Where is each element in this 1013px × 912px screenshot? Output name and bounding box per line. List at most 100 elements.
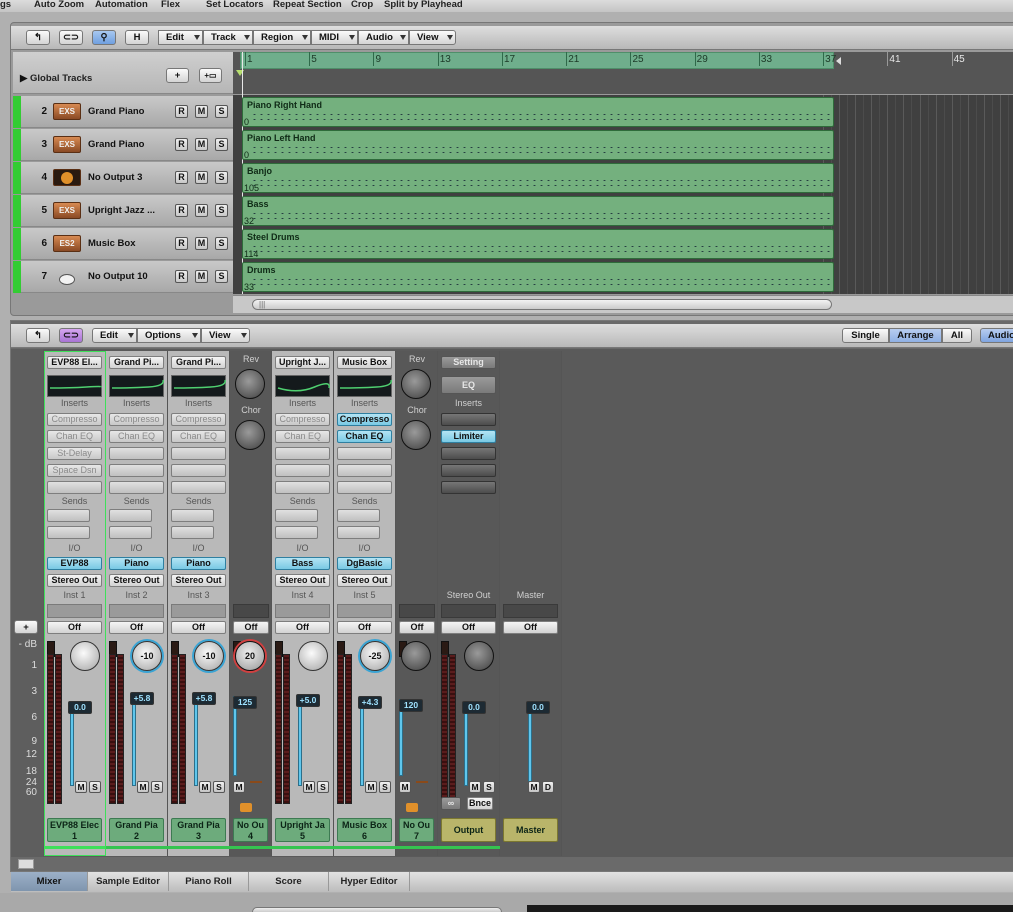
track-record-button[interactable]: R [175, 105, 188, 118]
volume-fader-value[interactable]: +5.0 [296, 694, 320, 708]
midi-region[interactable]: Piano Right Hand 0 [242, 97, 834, 127]
add-channel-strip-button[interactable]: + [14, 620, 38, 634]
mixer-options-menu[interactable]: Options [137, 328, 201, 343]
pan-knob[interactable]: 20 [235, 641, 265, 671]
volume-fader-track[interactable] [70, 710, 74, 786]
insert-slot[interactable]: Compresso [337, 413, 392, 426]
insert-slot[interactable]: Chan EQ [337, 430, 392, 443]
pan-knob[interactable] [401, 641, 431, 671]
back-button[interactable]: ↰ [26, 328, 50, 343]
setting-button[interactable]: Music Box [337, 356, 392, 369]
volume-fader-value[interactable]: 0.0 [68, 700, 92, 714]
empty-insert-slot[interactable] [47, 481, 102, 494]
tab-mixer[interactable]: Mixer [11, 872, 88, 891]
insert-slot[interactable]: Compresso [171, 413, 226, 426]
insert-slot[interactable]: Compresso [47, 413, 102, 426]
track-header[interactable]: 5 EXS Upright Jazz ... R M S [13, 195, 233, 227]
group-slot[interactable] [233, 604, 269, 618]
cycle-end-marker-icon[interactable] [836, 57, 841, 65]
disclosure-triangle-icon[interactable]: ▶ [20, 73, 27, 84]
output-slot[interactable]: Stereo Out [47, 574, 102, 587]
track-record-button[interactable]: R [175, 270, 188, 283]
view-menu[interactable]: View [409, 30, 456, 45]
empty-insert-slot[interactable] [275, 464, 330, 477]
pan-knob[interactable] [464, 641, 494, 671]
empty-insert-slot[interactable] [337, 447, 392, 460]
track-menu[interactable]: Track [203, 30, 253, 45]
track-record-button[interactable]: R [175, 237, 188, 250]
volume-fader-value[interactable]: 120 [399, 699, 423, 713]
output-slot[interactable]: Stereo Out [171, 574, 226, 587]
eq-display[interactable] [337, 375, 392, 397]
menu-item-settings[interactable]: gs [0, 0, 11, 10]
link-button[interactable]: ⊂⊃ [59, 30, 83, 45]
solo-button[interactable]: S [379, 781, 391, 793]
track-name[interactable]: Grand Piano [88, 139, 144, 150]
menu-item-split-by-playhead[interactable]: Split by Playhead [384, 0, 463, 10]
channel-name[interactable]: No Ou 4 [233, 818, 268, 842]
track-header[interactable]: 6 ES2 Music Box R M S [13, 228, 233, 260]
add-track-button[interactable]: + [166, 68, 189, 83]
track-record-button[interactable]: R [175, 204, 188, 217]
automation-mode-button[interactable]: Off [337, 621, 392, 634]
setting-button[interactable]: Grand Pi... [109, 356, 164, 369]
mode-all-button[interactable]: All [942, 328, 972, 343]
empty-insert-slot[interactable] [441, 447, 496, 460]
track-header[interactable]: 4 No Output 3 RMS [13, 162, 233, 194]
track-mute-button[interactable]: M [195, 171, 208, 184]
automation-mode-button[interactable]: Off [233, 621, 269, 634]
midi-region[interactable]: Banjo 105 [242, 163, 834, 193]
mute-button[interactable]: M [365, 781, 377, 793]
dim-button[interactable]: D [542, 781, 554, 793]
setting-button[interactable]: EVP88 El... [47, 356, 102, 369]
mute-button[interactable]: M [399, 781, 411, 793]
mode-single-button[interactable]: Single [842, 328, 889, 343]
volume-fader-value[interactable]: 0.0 [462, 700, 486, 714]
volume-fader-track[interactable] [298, 704, 302, 786]
automation-mode-button[interactable]: Off [399, 621, 435, 634]
mute-button[interactable]: M [137, 781, 149, 793]
input-slot[interactable]: Piano [171, 557, 226, 570]
volume-fader-track[interactable] [464, 710, 468, 786]
menu-item-set-locators[interactable]: Set Locators [206, 0, 264, 10]
insert-slot[interactable]: St-Delay [47, 447, 102, 460]
mixer-view-menu[interactable]: View [201, 328, 250, 343]
pan-knob[interactable] [70, 641, 100, 671]
send-slot[interactable] [47, 509, 90, 522]
menu-item-repeat-section[interactable]: Repeat Section [273, 0, 342, 10]
mode-audio-button[interactable]: Audio [980, 328, 1013, 343]
track-record-button[interactable]: R [175, 171, 188, 184]
transport-buttons[interactable] [252, 907, 502, 912]
group-slot[interactable] [337, 604, 392, 618]
setting-button[interactable]: Setting [441, 356, 496, 369]
catch-playhead-button[interactable]: ⚲ [92, 30, 116, 45]
list-view-icon[interactable] [18, 859, 34, 869]
eq-button[interactable]: EQ [441, 376, 496, 394]
volume-fader-value[interactable]: +5.8 [130, 692, 154, 705]
tab-hyper-editor[interactable]: Hyper Editor [329, 872, 410, 891]
track-name[interactable]: Music Box [88, 238, 136, 249]
setting-button[interactable]: Upright J... [275, 356, 330, 369]
solo-button[interactable]: S [89, 781, 101, 793]
empty-insert-slot[interactable] [109, 481, 164, 494]
group-slot[interactable] [171, 604, 226, 618]
insert-slot[interactable]: Chan EQ [275, 430, 330, 443]
channel-name[interactable]: Grand Pia 3 [171, 818, 226, 842]
midi-region[interactable]: Steel Drums 114 [242, 229, 834, 259]
volume-fader-value[interactable]: +5.8 [192, 692, 216, 705]
track-header[interactable]: 2 EXS Grand Piano R M S [13, 96, 233, 128]
menu-item-auto-zoom[interactable]: Auto Zoom [34, 0, 84, 10]
channel-name[interactable]: EVP88 Elec 1 [47, 818, 102, 842]
volume-fader-track[interactable] [360, 706, 364, 786]
send-slot[interactable] [337, 509, 380, 522]
input-slot[interactable]: EVP88 [47, 557, 102, 570]
channel-name[interactable]: Master [503, 818, 558, 842]
horizontal-scroll-thumb[interactable]: ||| [252, 299, 832, 310]
cycle-region[interactable] [240, 52, 834, 69]
empty-insert-slot[interactable] [171, 464, 226, 477]
mute-button[interactable]: M [75, 781, 87, 793]
channel-name[interactable]: Music Box 6 [337, 818, 392, 842]
track-mute-button[interactable]: M [195, 237, 208, 250]
send-slot[interactable] [275, 526, 318, 539]
volume-fader-track[interactable] [132, 702, 136, 786]
